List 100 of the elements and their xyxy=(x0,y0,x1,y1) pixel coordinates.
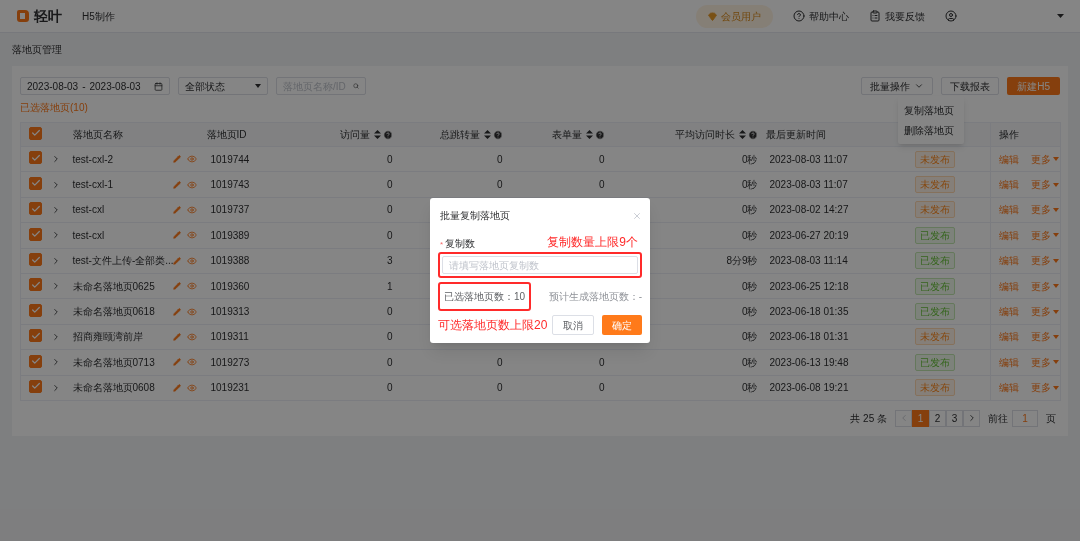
more-link[interactable]: 更多 xyxy=(1031,202,1059,218)
table-cell: 1019231 xyxy=(210,382,250,394)
more-link[interactable]: 更多 xyxy=(1031,177,1059,193)
batch-button[interactable]: 批量操作 xyxy=(861,77,934,95)
more-link[interactable]: 更多 xyxy=(1031,380,1059,396)
checkbox[interactable] xyxy=(29,202,43,216)
table-cell: 2023-06-25 12:18 xyxy=(769,280,849,292)
eye-icon[interactable] xyxy=(186,230,197,241)
pencil-icon[interactable] xyxy=(172,205,181,214)
pencil-icon[interactable] xyxy=(172,358,181,367)
feedback-icon xyxy=(869,10,881,22)
cancel-button[interactable]: 取消 xyxy=(552,315,594,335)
checkbox[interactable] xyxy=(29,354,43,368)
eye-icon[interactable] xyxy=(186,281,197,292)
more-link[interactable]: 更多 xyxy=(1031,253,1059,269)
download-button[interactable]: 下载报表 xyxy=(941,77,1000,95)
sort-icon[interactable] xyxy=(738,130,746,139)
status-tag: 已发布 xyxy=(915,353,956,371)
edit-link[interactable]: 编辑 xyxy=(999,329,1019,345)
close-icon[interactable] xyxy=(632,210,642,221)
eye-icon[interactable] xyxy=(186,382,197,393)
pencil-icon[interactable] xyxy=(172,383,181,392)
sort-icon[interactable] xyxy=(585,130,593,139)
checkbox[interactable] xyxy=(29,303,43,317)
status-select[interactable]: 全部状态 xyxy=(178,77,268,95)
header-link[interactable]: 帮助中心 xyxy=(793,8,849,24)
page-button[interactable]: 2 xyxy=(929,409,946,427)
page-button[interactable]: 3 xyxy=(946,409,963,427)
pencil-icon[interactable] xyxy=(172,180,181,189)
caret-icon xyxy=(1053,233,1059,238)
next-page-button[interactable] xyxy=(963,409,980,427)
member-badge[interactable]: 会员用户 xyxy=(696,4,773,28)
more-link[interactable]: 更多 xyxy=(1031,304,1059,320)
checkbox[interactable] xyxy=(29,329,43,343)
eye-icon[interactable] xyxy=(186,357,197,368)
status-tag: 未发布 xyxy=(915,176,956,194)
more-link[interactable]: 更多 xyxy=(1031,329,1059,345)
table-cell: 8分9秒 xyxy=(726,255,758,267)
column-header: 落地页ID xyxy=(206,128,247,142)
pencil-icon[interactable] xyxy=(172,155,181,164)
edit-link[interactable]: 编辑 xyxy=(999,304,1019,320)
table-cell: 2023-08-03 11:07 xyxy=(769,179,848,191)
caret-icon xyxy=(1053,258,1059,263)
help-icon[interactable] xyxy=(382,129,393,140)
table-cell: 0秒 xyxy=(741,356,758,368)
pencil-icon[interactable] xyxy=(172,282,181,291)
table-cell: 1019313 xyxy=(210,306,250,318)
caret-icon xyxy=(255,84,261,88)
eye-icon[interactable] xyxy=(186,306,197,317)
prev-page-button[interactable] xyxy=(895,409,912,427)
edit-link[interactable]: 编辑 xyxy=(999,278,1019,294)
checkbox[interactable] xyxy=(29,253,43,266)
edit-link[interactable]: 编辑 xyxy=(999,202,1019,218)
confirm-button[interactable]: 确定 xyxy=(602,315,642,335)
edit-link[interactable]: 编辑 xyxy=(999,151,1019,167)
date-range-field[interactable]: 2023-08-03 - 2023-08-03 xyxy=(20,77,170,95)
eye-icon[interactable] xyxy=(186,255,197,266)
pencil-icon[interactable] xyxy=(172,307,181,316)
page-button[interactable]: 1 xyxy=(912,409,929,427)
pencil-icon[interactable] xyxy=(172,332,181,341)
help-icon[interactable] xyxy=(492,129,503,140)
status-tag: 已发布 xyxy=(915,303,956,321)
help-icon[interactable] xyxy=(747,129,758,140)
edit-link[interactable]: 编辑 xyxy=(999,177,1019,193)
checkbox[interactable] xyxy=(29,227,43,241)
user-icon[interactable] xyxy=(945,10,957,22)
table-cell: 2023-06-27 20:19 xyxy=(769,229,849,241)
edit-link[interactable]: 编辑 xyxy=(999,380,1019,396)
menu-item[interactable]: 删除落地页 xyxy=(898,120,964,140)
edit-link[interactable]: 编辑 xyxy=(999,354,1019,370)
checkbox[interactable] xyxy=(29,379,43,393)
create-button[interactable]: 新建H5 xyxy=(1007,77,1060,95)
eye-icon[interactable] xyxy=(186,179,197,190)
checkbox[interactable] xyxy=(29,126,43,140)
caret-icon[interactable] xyxy=(1057,14,1064,18)
eye-icon[interactable] xyxy=(186,154,197,165)
checkbox[interactable] xyxy=(29,151,43,165)
eye-icon[interactable] xyxy=(186,331,197,342)
sort-icon[interactable] xyxy=(483,130,491,139)
more-link[interactable]: 更多 xyxy=(1031,278,1059,294)
table-cell: 2023-08-03 11:14 xyxy=(769,255,848,267)
checkbox[interactable] xyxy=(29,176,43,190)
table-cell: 0 xyxy=(496,356,503,368)
more-link[interactable]: 更多 xyxy=(1031,354,1059,370)
edit-link[interactable]: 编辑 xyxy=(999,227,1019,243)
edit-link[interactable]: 编辑 xyxy=(999,253,1019,269)
pencil-icon[interactable] xyxy=(172,231,181,240)
checkbox[interactable] xyxy=(29,278,43,292)
pencil-icon[interactable] xyxy=(172,256,181,265)
help-icon[interactable] xyxy=(594,129,605,140)
menu-item[interactable]: 复制落地页 xyxy=(898,100,964,120)
help-icon xyxy=(793,10,805,22)
column-header: 表单量 xyxy=(551,128,582,142)
header-link[interactable]: 我要反馈 xyxy=(869,8,925,24)
more-link[interactable]: 更多 xyxy=(1031,151,1059,167)
sort-icon[interactable] xyxy=(373,130,381,139)
eye-icon[interactable] xyxy=(186,204,197,215)
table-cell: 1019311 xyxy=(210,331,249,343)
more-link[interactable]: 更多 xyxy=(1031,227,1059,243)
page-input[interactable]: 1 xyxy=(1012,409,1038,427)
